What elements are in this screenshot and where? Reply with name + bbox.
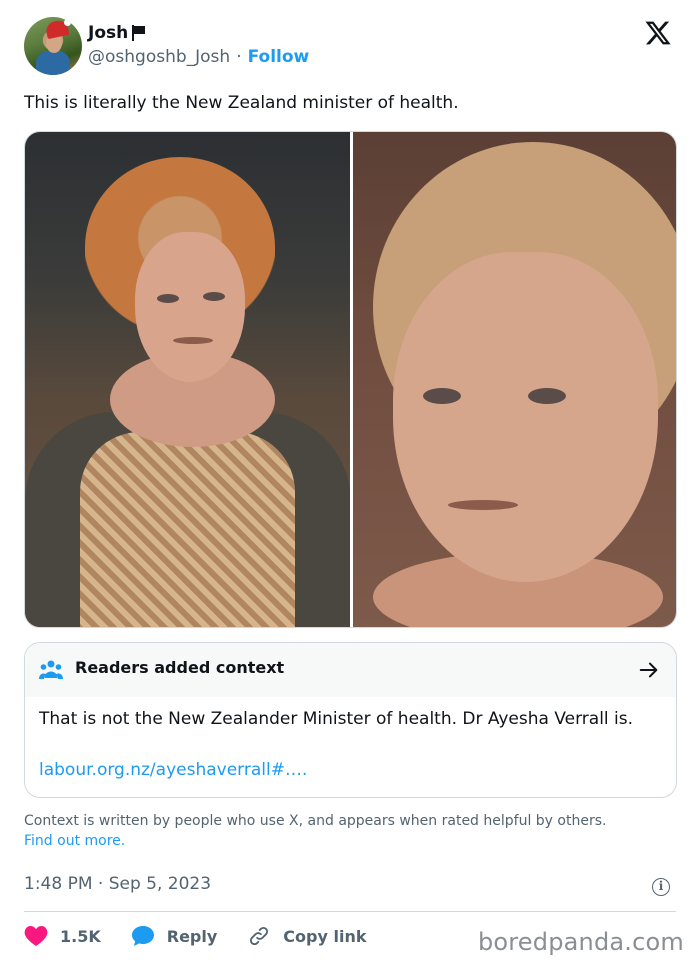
media-grid (24, 131, 677, 628)
photo-left[interactable] (25, 132, 350, 627)
action-bar: 1.5K Reply Copy link (24, 920, 396, 952)
x-logo-icon[interactable] (644, 19, 672, 47)
santa-hat-ball (64, 19, 71, 26)
arrow-right-icon[interactable] (638, 659, 660, 681)
tweet-text: This is literally the New Zealand minist… (24, 93, 459, 113)
people-icon (39, 660, 63, 679)
tweet-timestamp[interactable]: 1:48 PM · Sep 5, 2023 (24, 874, 211, 894)
disclaimer-text: Context is written by people who use X, … (24, 813, 607, 829)
avatar-body (36, 51, 70, 75)
divider (24, 911, 676, 912)
avatar[interactable] (24, 17, 82, 75)
context-source-link[interactable]: labour.org.nz/ayeshaverrall#…. (39, 760, 307, 780)
handle-row: @oshgoshb_Josh · Follow (88, 47, 309, 67)
copy-link-label: Copy link (283, 926, 367, 946)
info-icon[interactable]: i (652, 878, 670, 896)
copy-link-button[interactable]: Copy link (247, 925, 366, 947)
separator-dot: · (236, 47, 242, 67)
context-disclaimer: Context is written by people who use X, … (24, 811, 676, 851)
flag-icon (131, 25, 146, 41)
context-header[interactable]: Readers added context (25, 643, 676, 697)
reply-label: Reply (166, 926, 218, 946)
context-body: That is not the New Zealander Minister o… (39, 709, 634, 729)
context-title: Readers added context (75, 658, 285, 677)
like-count: 1.5K (60, 926, 101, 946)
watermark: boredpanda.com (477, 928, 684, 956)
display-name[interactable]: Josh (88, 23, 128, 43)
follow-button[interactable]: Follow (248, 47, 310, 67)
readers-context-card[interactable]: Readers added context That is not the Ne… (24, 642, 677, 798)
tweet-header: Josh @oshgoshb_Josh · Follow (24, 17, 676, 77)
find-out-more-link[interactable]: Find out more. (24, 833, 125, 849)
reply-button[interactable]: Reply (131, 925, 218, 947)
photo-right[interactable] (352, 132, 676, 627)
name-row: Josh (88, 23, 146, 43)
heart-icon (24, 926, 48, 946)
user-handle[interactable]: @oshgoshb_Josh (88, 47, 230, 67)
like-button[interactable]: 1.5K (24, 925, 101, 947)
link-icon (250, 926, 269, 946)
reply-bubble-icon (131, 926, 154, 946)
